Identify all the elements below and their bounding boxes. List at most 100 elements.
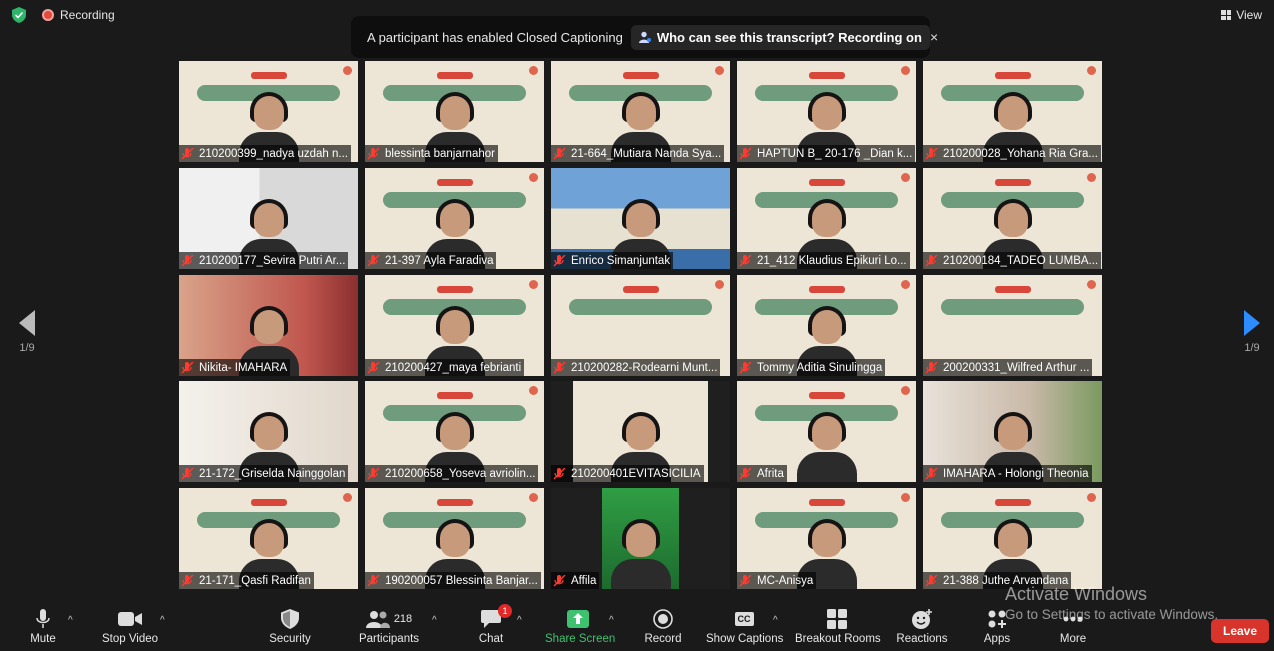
leave-button[interactable]: Leave xyxy=(1211,619,1269,643)
page-indicator-right: 1/9 xyxy=(1244,342,1260,354)
participant-tile[interactable]: 21-171_Qasfi Radifan xyxy=(179,488,358,589)
slide-tag xyxy=(994,499,1031,506)
participant-name: Affila xyxy=(571,574,597,587)
page-indicator-left: 1/9 xyxy=(19,342,35,354)
participant-tile[interactable]: 21-397 Ayla Faradiva xyxy=(365,168,544,269)
participant-tile[interactable]: Nikita- IMAHARA xyxy=(179,275,358,376)
participant-name: MC-Anisya xyxy=(757,574,814,587)
participant-tile[interactable]: 21_412 Klaudius Epikuri Lo... xyxy=(737,168,916,269)
transcript-visibility-label: Who can see this transcript? Recording o… xyxy=(656,29,922,45)
muted-mic-icon xyxy=(367,467,380,479)
participant-name-tag: Afrita xyxy=(737,465,787,482)
slide-tag xyxy=(250,72,287,79)
slide-tag xyxy=(436,392,473,399)
share-screen-button[interactable]: Share Screen xyxy=(545,608,615,645)
participant-name-tag: 200200331_Wilfred Arthur ... xyxy=(923,359,1093,376)
participant-tile[interactable]: 210200401EVITASICILIA xyxy=(551,381,730,482)
slide-tag xyxy=(622,286,659,293)
slide-logo xyxy=(715,66,724,75)
participant-tile[interactable]: 210200427_maya febrianti xyxy=(365,275,544,376)
participant-tile[interactable]: 210200282-Rodearni Munt... xyxy=(551,275,730,376)
security-button[interactable]: Security xyxy=(268,608,312,645)
next-page-button[interactable]: 1/9 xyxy=(1242,310,1262,354)
audio-options-caret[interactable]: ^ xyxy=(68,614,73,626)
slide-logo xyxy=(529,173,538,182)
participant-tile[interactable]: 210200028_Yohana Ria Gra... xyxy=(923,61,1102,162)
chat-button[interactable]: 1 Chat xyxy=(478,604,512,645)
shield-icon xyxy=(281,609,299,629)
muted-mic-icon xyxy=(925,574,938,586)
slide-title-band xyxy=(568,299,713,315)
recording-indicator[interactable]: Recording xyxy=(42,8,115,22)
breakout-rooms-button[interactable]: Breakout Rooms xyxy=(795,608,881,645)
participant-tile[interactable]: Affila xyxy=(551,488,730,589)
participant-tile[interactable]: 210200184_TADEO LUMBA... xyxy=(923,168,1102,269)
closed-captions-icon: CC xyxy=(734,612,754,626)
record-button[interactable]: Record xyxy=(644,608,682,645)
participant-name-tag: 210200028_Yohana Ria Gra... xyxy=(923,145,1101,162)
participant-name-tag: IMAHARA - Holongi Theonia xyxy=(923,465,1092,482)
participant-name-tag: 21-397 Ayla Faradiva xyxy=(365,252,497,269)
show-captions-label: Show Captions xyxy=(706,633,784,645)
participant-tile[interactable]: Enrico Simanjuntak xyxy=(551,168,730,269)
close-icon[interactable]: × xyxy=(930,29,938,45)
muted-mic-icon xyxy=(739,254,752,266)
breakout-rooms-icon xyxy=(827,609,847,629)
muted-mic-icon xyxy=(181,467,194,479)
muted-mic-icon xyxy=(925,361,938,373)
arrow-right-icon xyxy=(1244,310,1260,336)
participant-tile[interactable]: IMAHARA - Holongi Theonia xyxy=(923,381,1102,482)
participant-name-tag: blessinta banjarnahor xyxy=(365,145,498,162)
participant-tile[interactable]: Afrita xyxy=(737,381,916,482)
participant-name: 21-172_Griselda Nainggolan xyxy=(199,467,346,480)
slide-logo xyxy=(1087,280,1096,289)
participant-tile[interactable]: 200200331_Wilfred Arthur ... xyxy=(923,275,1102,376)
video-camera-icon xyxy=(118,612,142,626)
muted-mic-icon xyxy=(553,467,566,479)
previous-page-button[interactable]: 1/9 xyxy=(17,310,37,354)
muted-mic-icon xyxy=(925,467,938,479)
participant-tile[interactable]: blessinta banjarnahor xyxy=(365,61,544,162)
participant-tile[interactable]: 190200057 Blessinta Banjar... xyxy=(365,488,544,589)
slide-logo xyxy=(901,280,910,289)
slide-tag xyxy=(808,499,845,506)
slide-tag xyxy=(808,392,845,399)
participant-name-tag: 210200427_maya febrianti xyxy=(365,359,525,376)
stop-video-button[interactable]: Stop Video xyxy=(100,608,160,645)
chat-options-caret[interactable]: ^ xyxy=(517,614,522,626)
view-button[interactable]: View xyxy=(1221,8,1262,22)
recording-dot-icon xyxy=(42,9,54,21)
participant-tile[interactable]: 21-388 Juthe Arvandana xyxy=(923,488,1102,589)
transcript-visibility-button[interactable]: Who can see this transcript? Recording o… xyxy=(630,24,930,50)
microphone-icon xyxy=(36,609,50,628)
participant-tile[interactable]: 210200658_Yoseva avriolin... xyxy=(365,381,544,482)
participant-tile[interactable]: HAPTUN B_ 20-176 _Dian k... xyxy=(737,61,916,162)
slide-logo xyxy=(343,66,352,75)
participant-tile[interactable]: 210200177_Sevira Putri Ar... xyxy=(179,168,358,269)
slide-logo xyxy=(715,280,724,289)
share-options-caret[interactable]: ^ xyxy=(609,614,614,626)
video-options-caret[interactable]: ^ xyxy=(160,614,165,626)
participants-options-caret[interactable]: ^ xyxy=(432,614,437,626)
participants-button[interactable]: 218 Participants xyxy=(358,608,420,645)
slide-tag xyxy=(994,286,1031,293)
participant-name: 21_412 Klaudius Epikuri Lo... xyxy=(757,254,907,267)
record-icon xyxy=(653,609,673,629)
grid-view-icon xyxy=(1221,10,1232,20)
captions-options-caret[interactable]: ^ xyxy=(773,614,778,626)
mute-button[interactable]: Mute xyxy=(26,608,60,645)
participant-tile[interactable]: 210200399_nadya uzdah n... xyxy=(179,61,358,162)
slide-logo xyxy=(901,386,910,395)
participants-count: 218 xyxy=(393,613,413,625)
banner-message: A participant has enabled Closed Caption… xyxy=(367,29,623,45)
participant-tile[interactable]: MC-Anisya xyxy=(737,488,916,589)
slide-logo xyxy=(901,66,910,75)
slide-tag xyxy=(808,286,845,293)
show-captions-button[interactable]: CC Show Captions xyxy=(706,608,784,645)
slide-tag xyxy=(808,72,845,79)
participant-tile[interactable]: 21-172_Griselda Nainggolan xyxy=(179,381,358,482)
reactions-button[interactable]: Reactions xyxy=(896,608,948,645)
participant-tile[interactable]: Tommy Aditia Sinulingga xyxy=(737,275,916,376)
participant-tile[interactable]: 21-664_Mutiara Nanda Sya... xyxy=(551,61,730,162)
encryption-shield-icon[interactable] xyxy=(12,7,26,23)
